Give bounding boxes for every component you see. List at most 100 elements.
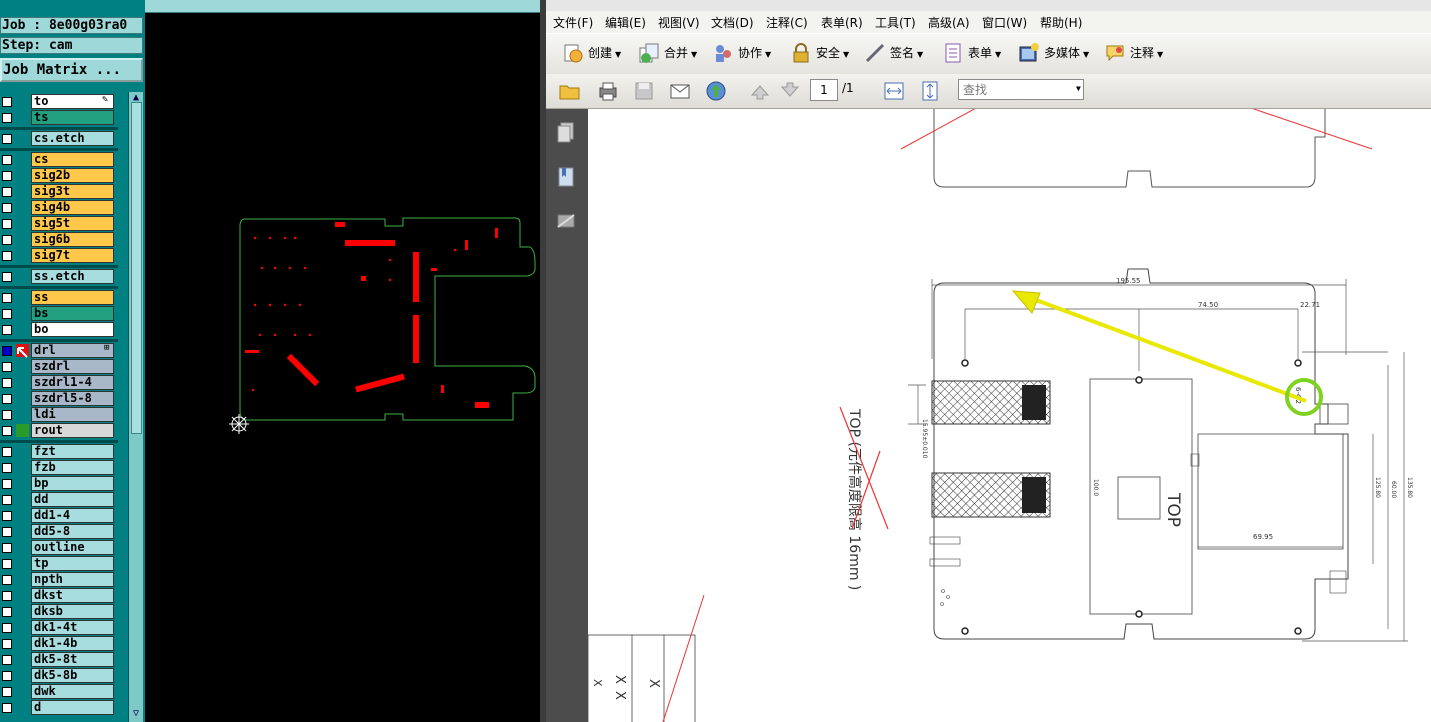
layer-name[interactable]: dk1-4b <box>31 636 114 651</box>
layer-checkbox[interactable] <box>2 655 12 665</box>
layer-row[interactable]: dk1-4b <box>0 636 118 652</box>
layer-name[interactable]: sig5t <box>31 216 114 231</box>
layer-name[interactable]: outline <box>31 540 114 555</box>
layer-row[interactable]: ss.etch <box>0 269 118 285</box>
layer-checkbox[interactable] <box>2 378 12 388</box>
layer-checkbox[interactable] <box>2 346 12 356</box>
layer-checkbox[interactable] <box>2 394 12 404</box>
layer-checkbox[interactable] <box>2 687 12 697</box>
layer-checkbox[interactable] <box>2 639 12 649</box>
layer-name[interactable]: d <box>31 700 114 715</box>
layer-row[interactable]: cs.etch <box>0 131 118 147</box>
layer-name[interactable]: ss <box>31 290 114 305</box>
combine-button[interactable]: 合并 ▼ <box>638 41 704 65</box>
layer-name[interactable]: ldi <box>31 407 114 422</box>
layer-row[interactable]: sig2b <box>0 168 118 184</box>
layer-name[interactable]: fzt <box>31 444 114 459</box>
layer-name[interactable]: dd <box>31 492 114 507</box>
menu-advanced[interactable]: 高级(A) <box>928 14 970 31</box>
layer-row[interactable]: rout <box>0 423 118 439</box>
layer-row[interactable]: szdrl5-8 <box>0 391 118 407</box>
menu-view[interactable]: 视图(V) <box>658 14 700 31</box>
layer-checkbox[interactable] <box>2 559 12 569</box>
layer-row[interactable]: d <box>0 700 118 716</box>
layer-checkbox[interactable] <box>2 479 12 489</box>
signatures-icon[interactable] <box>555 209 577 233</box>
layer-name[interactable]: ts <box>31 110 114 125</box>
layer-name[interactable]: sig2b <box>31 168 114 183</box>
layer-name[interactable]: fzb <box>31 460 114 475</box>
layer-name[interactable]: drl <box>31 343 114 358</box>
layer-name[interactable]: rout <box>31 423 114 438</box>
layer-name[interactable]: npth <box>31 572 114 587</box>
prev-page-icon[interactable] <box>748 80 772 102</box>
layer-name[interactable]: sig6b <box>31 232 114 247</box>
pdf-document-view[interactable]: 195.55 74.50 22.71 69.95 TOP 6-Φ2 15.95±… <box>588 109 1431 722</box>
layer-checkbox[interactable] <box>2 235 12 245</box>
layer-checkbox[interactable] <box>2 272 12 282</box>
layer-row[interactable]: ldi <box>0 407 118 423</box>
layer-checkbox[interactable] <box>2 447 12 457</box>
pages-icon[interactable] <box>555 121 577 145</box>
layer-scrollbar[interactable]: ▲ ▽ <box>128 92 143 722</box>
menu-forms[interactable]: 表单(R) <box>821 14 863 31</box>
layer-row[interactable]: sig4b <box>0 200 118 216</box>
upload-globe-icon[interactable] <box>704 80 728 102</box>
fit-page-icon[interactable] <box>918 80 942 102</box>
layer-name[interactable]: dksb <box>31 604 114 619</box>
layer-row[interactable]: fzt <box>0 444 118 460</box>
layer-name[interactable]: tp <box>31 556 114 571</box>
fit-width-icon[interactable] <box>882 80 906 102</box>
layer-checkbox[interactable] <box>2 671 12 681</box>
menu-document[interactable]: 文档(D) <box>711 14 754 31</box>
layer-name[interactable]: cs <box>31 152 114 167</box>
layer-checkbox[interactable] <box>2 155 12 165</box>
layer-row[interactable]: ts <box>0 110 118 126</box>
layer-name[interactable]: dkst <box>31 588 114 603</box>
layer-name[interactable]: dd5-8 <box>31 524 114 539</box>
scroll-thumb[interactable] <box>131 102 142 434</box>
layer-checkbox[interactable] <box>2 309 12 319</box>
layer-name[interactable]: sig4b <box>31 200 114 215</box>
layer-row[interactable]: dk5-8b <box>0 668 118 684</box>
create-button[interactable]: 创建 ▼ <box>562 41 628 65</box>
layer-row[interactable]: to ✎ <box>0 94 118 110</box>
layer-row[interactable]: sig3t <box>0 184 118 200</box>
layer-checkbox[interactable] <box>2 325 12 335</box>
cam-graphic-area[interactable] <box>145 0 540 722</box>
layer-name[interactable]: dk5-8b <box>31 668 114 683</box>
layer-checkbox[interactable] <box>2 623 12 633</box>
forms-button[interactable]: 表单 ▼ <box>942 41 1008 65</box>
layer-checkbox[interactable] <box>2 171 12 181</box>
layer-checkbox[interactable] <box>2 426 12 436</box>
find-input[interactable]: 查找 <box>958 79 1084 100</box>
layer-name[interactable]: szdrl1-4 <box>31 375 114 390</box>
layer-row[interactable]: bp <box>0 476 118 492</box>
layer-row[interactable]: drl ⊞ <box>0 343 118 359</box>
next-page-icon[interactable] <box>778 80 802 102</box>
layer-row[interactable]: ss <box>0 290 118 306</box>
layer-row[interactable]: dwk <box>0 684 118 700</box>
layer-name[interactable]: ss.etch <box>31 269 114 284</box>
layer-checkbox[interactable] <box>2 293 12 303</box>
security-button[interactable]: 安全 ▼ <box>790 41 856 65</box>
layer-row[interactable]: sig6b <box>0 232 118 248</box>
menu-tools[interactable]: 工具(T) <box>875 14 916 31</box>
layer-checkbox[interactable] <box>2 97 12 107</box>
layer-row[interactable]: sig7t <box>0 248 118 264</box>
layer-row[interactable]: dd <box>0 492 118 508</box>
layer-row[interactable]: bo <box>0 322 118 338</box>
layer-checkbox[interactable] <box>2 134 12 144</box>
multimedia-button[interactable]: 多媒体 ▼ <box>1018 41 1098 65</box>
layer-name[interactable]: bs <box>31 306 114 321</box>
layer-checkbox[interactable] <box>2 703 12 713</box>
layer-name[interactable]: bp <box>31 476 114 491</box>
layer-checkbox[interactable] <box>2 410 12 420</box>
layer-row[interactable]: dksb <box>0 604 118 620</box>
layer-name[interactable]: bo <box>31 322 114 337</box>
job-matrix-button[interactable]: Job Matrix ... <box>0 58 143 82</box>
layer-name[interactable]: cs.etch <box>31 131 114 146</box>
layer-checkbox[interactable] <box>2 575 12 585</box>
comment-button[interactable]: 注释 ▼ <box>1104 41 1170 65</box>
layer-checkbox[interactable] <box>2 362 12 372</box>
